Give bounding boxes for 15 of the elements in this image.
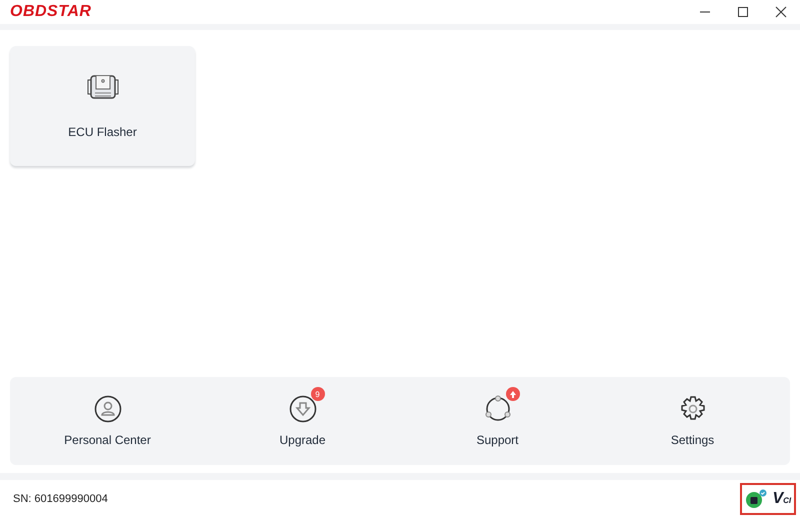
serial-number: SN: 601699990004 [13, 493, 108, 505]
nav-item[interactable]: Support [400, 377, 595, 465]
download-icon [288, 395, 316, 423]
nav-item[interactable]: 9 Upgrade [205, 377, 400, 465]
person-icon [94, 395, 122, 423]
maximize-icon [737, 6, 749, 18]
nav-item[interactable]: Personal Center [10, 377, 205, 465]
nav-item[interactable]: Settings [595, 377, 790, 465]
alert-badge [506, 387, 520, 401]
close-icon [775, 6, 787, 18]
app-card[interactable]: ECU Flasher [10, 46, 195, 166]
network-icon [484, 395, 512, 423]
brand-logo: OBDSTAR [10, 3, 92, 21]
settings-icon [678, 395, 706, 423]
count-badge: 9 [310, 387, 324, 401]
